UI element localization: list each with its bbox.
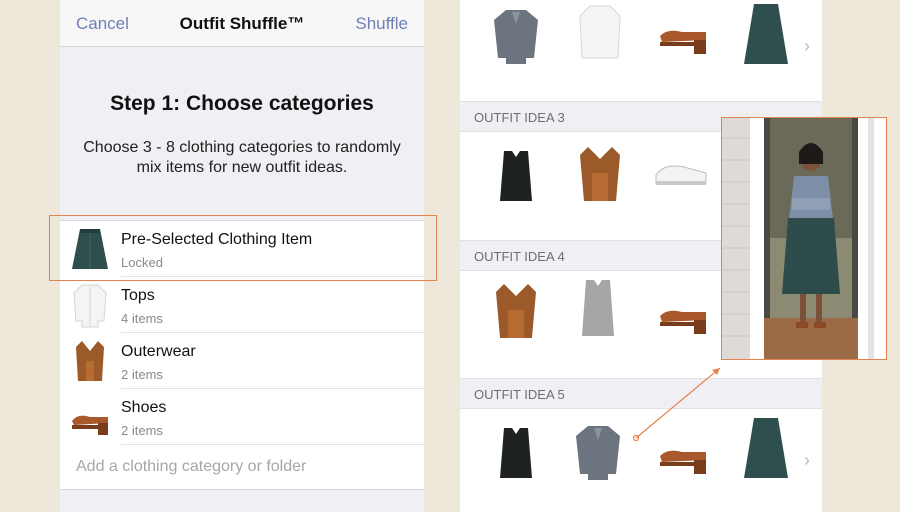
white-blouse-icon (579, 5, 621, 59)
black-tank-icon (500, 428, 532, 478)
white-blouse-icon (73, 284, 107, 328)
outfit-label: OUTFIT IDEA 5 (474, 387, 565, 402)
category-row-shoes[interactable]: Shoes 2 items (60, 389, 424, 445)
denim-jacket-icon (576, 426, 620, 480)
navigation-bar: Cancel Outfit Shuffle™ Shuffle (60, 0, 424, 47)
add-category-row[interactable]: Add a clothing category or folder (60, 445, 424, 489)
brown-vest-icon (580, 147, 620, 201)
clog-sandal-icon (660, 310, 706, 334)
category-row-outerwear[interactable]: Outerwear 2 items (60, 333, 424, 389)
teal-skirt-icon (744, 4, 788, 64)
outfit-label: OUTFIT IDEA 3 (474, 110, 565, 125)
category-name: Tops (121, 287, 155, 304)
teal-skirt-icon (744, 418, 788, 478)
outfit-photo (721, 117, 887, 360)
category-row-tops[interactable]: Tops 4 items (60, 277, 424, 333)
denim-jacket-icon (494, 10, 538, 64)
category-name: Shoes (121, 399, 167, 416)
clog-sandal-icon (660, 30, 706, 54)
pre-selected-highlight (49, 215, 437, 281)
category-subtitle: 2 items (121, 423, 163, 438)
outfit-row-5[interactable]: › (460, 408, 822, 508)
chevron-right-icon[interactable]: › (804, 450, 810, 471)
white-sneaker-icon (655, 165, 707, 185)
person-photo-icon (722, 118, 886, 359)
grey-tank-icon (582, 280, 614, 336)
black-tank-icon (500, 151, 532, 201)
outfit-label: OUTFIT IDEA 4 (474, 249, 565, 264)
chevron-right-icon[interactable]: › (804, 36, 810, 57)
step-description: Choose 3 - 8 clothing categories to rand… (83, 139, 401, 176)
category-subtitle: 4 items (121, 311, 163, 326)
shuffle-button[interactable]: Shuffle (355, 14, 408, 34)
clog-sandal-icon (660, 450, 706, 474)
category-name: Outerwear (121, 343, 196, 360)
add-category-placeholder: Add a clothing category or folder (76, 458, 307, 475)
clog-sandal-icon (72, 415, 108, 435)
brown-vest-icon (76, 341, 104, 381)
step-title: Step 1: Choose categories (110, 92, 374, 115)
brown-vest-icon (496, 284, 536, 338)
outfit-row-previous[interactable]: › (460, 0, 822, 100)
category-subtitle: 2 items (121, 367, 163, 382)
outfit-header-5: OUTFIT IDEA 5 (460, 378, 822, 409)
